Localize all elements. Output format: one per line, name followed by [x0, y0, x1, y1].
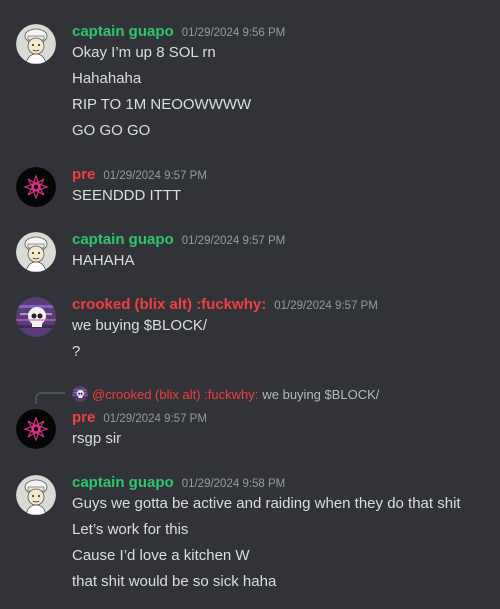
message-text: RIP TO 1M NEOOWWWW: [72, 96, 252, 113]
timestamp: 01/29/2024 9:57 PM: [103, 170, 207, 182]
message-text: HAHAHA: [72, 252, 135, 269]
cartoon-chef-avatar-icon[interactable]: [16, 232, 56, 272]
message-text: GO GO GO: [72, 122, 151, 139]
cartoon-chef-avatar-icon[interactable]: [16, 475, 56, 515]
message-text: Guys we gotta be active and raiding when…: [72, 495, 461, 512]
username[interactable]: pre: [72, 408, 95, 428]
message-text: Let’s work for this: [72, 521, 189, 538]
pink-mandala-avatar-icon[interactable]: [16, 167, 56, 207]
message-header: crooked (blix alt) :fuckwhy: 01/29/2024 …: [72, 295, 378, 315]
message-text: that shit would be so sick haha: [72, 573, 277, 590]
pink-mandala-avatar-icon[interactable]: [16, 409, 56, 449]
glitch-skull-avatar-icon: [72, 386, 88, 402]
glitch-skull-avatar-icon[interactable]: [16, 297, 56, 337]
message-text: rsgp sir: [72, 430, 122, 447]
message-text: Hahahaha: [72, 70, 142, 87]
message-header: captain guapo 01/29/2024 9:57 PM: [72, 230, 285, 250]
timestamp: 01/29/2024 9:58 PM: [181, 478, 286, 490]
message-header: pre 01/29/2024 9:57 PM: [72, 165, 207, 185]
username[interactable]: pre: [72, 165, 95, 185]
message-header: captain guapo 01/29/2024 9:56 PM: [72, 22, 285, 42]
reply-connector: [35, 392, 65, 404]
username[interactable]: captain guapo: [72, 230, 174, 250]
message-text: we buying $BLOCK/: [72, 317, 208, 334]
username[interactable]: crooked (blix alt) :fuckwhy:: [72, 295, 266, 315]
message-header: captain guapo 01/29/2024 9:58 PM: [72, 473, 285, 493]
message-header: pre 01/29/2024 9:57 PM: [72, 408, 207, 428]
message-text: ?: [72, 343, 81, 360]
message-text: Okay I’m up 8 SOL rn: [72, 44, 216, 61]
username[interactable]: captain guapo: [72, 22, 174, 42]
username[interactable]: captain guapo: [72, 473, 174, 493]
reply-preview-text[interactable]: we buying $BLOCK/: [262, 387, 379, 402]
timestamp: 01/29/2024 9:57 PM: [103, 413, 207, 425]
timestamp: 01/29/2024 9:56 PM: [181, 27, 286, 39]
message-text: Cause I’d love a kitchen W: [72, 547, 250, 564]
timestamp: 01/29/2024 9:57 PM: [274, 300, 378, 312]
timestamp: 01/29/2024 9:57 PM: [181, 235, 286, 247]
cartoon-chef-avatar-icon[interactable]: [16, 24, 56, 64]
reply-author[interactable]: @crooked (blix alt) :fuckwhy:: [92, 387, 258, 402]
message-text: SEENDDD ITTT: [72, 187, 182, 204]
reply-reference[interactable]: @crooked (blix alt) :fuckwhy: we buying …: [72, 385, 379, 403]
